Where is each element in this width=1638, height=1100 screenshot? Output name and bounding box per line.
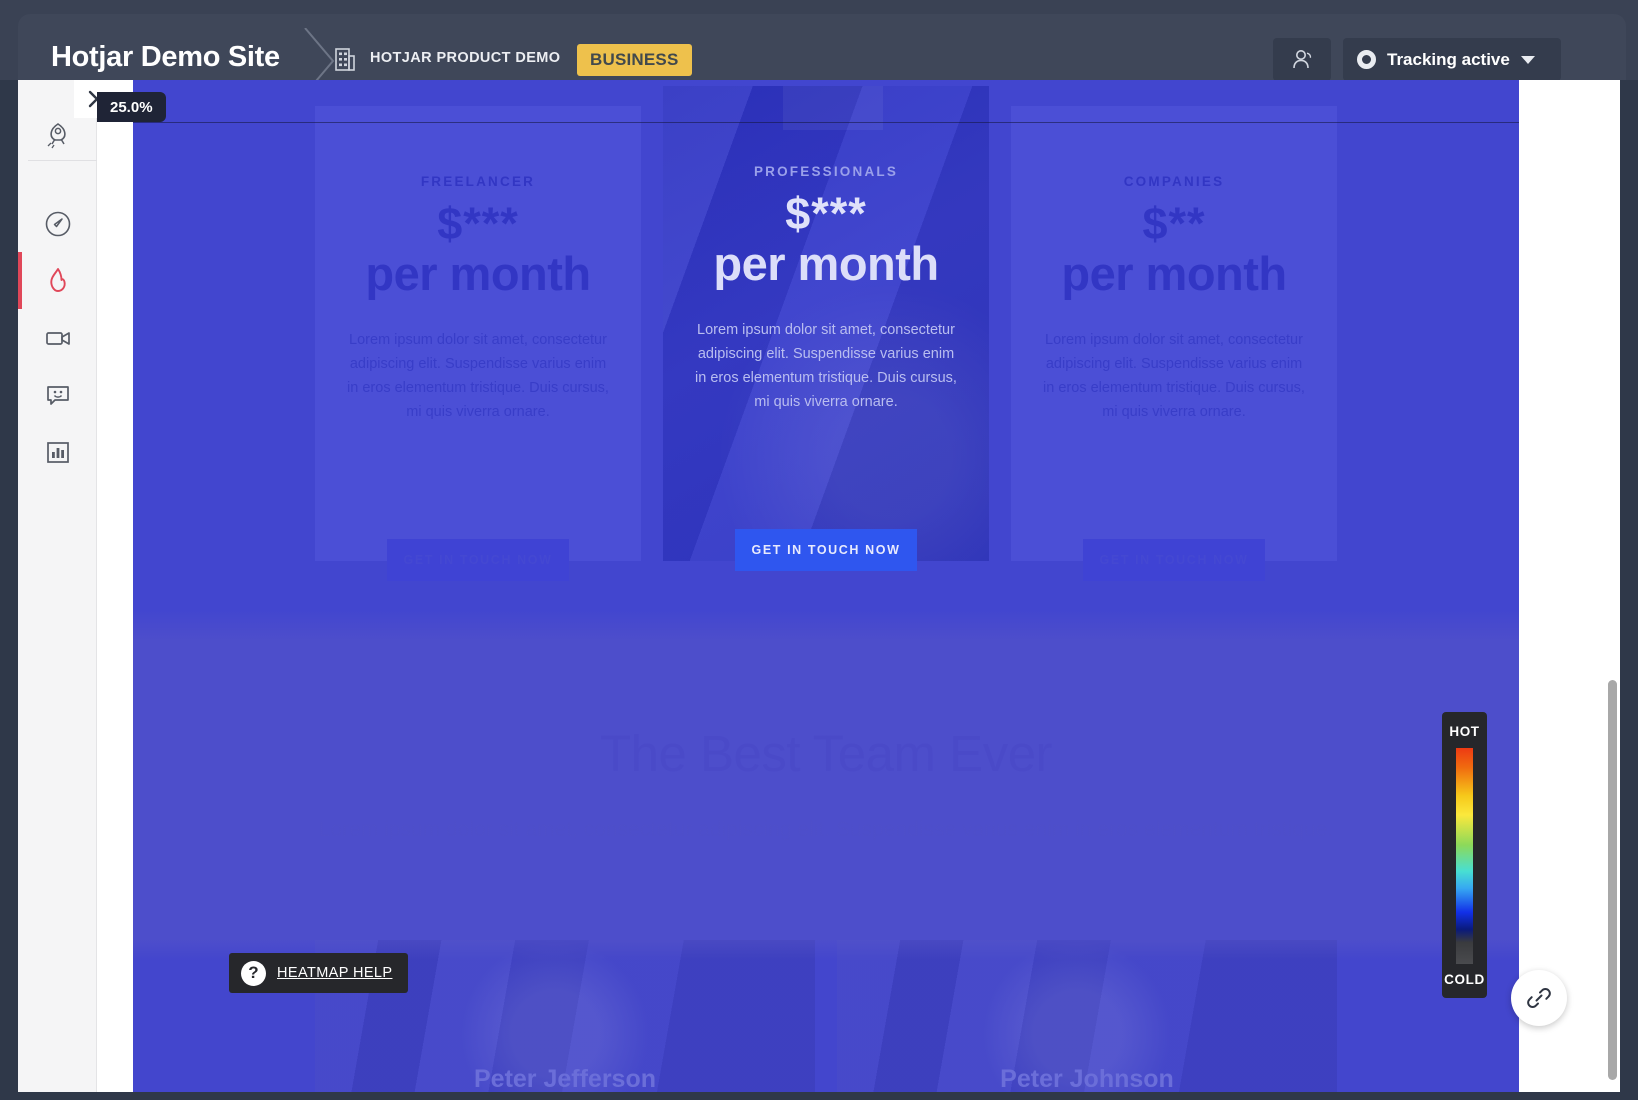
share-link-button[interactable] <box>1511 970 1567 1026</box>
link-icon <box>1527 987 1551 1009</box>
sidebar-item-dashboard[interactable] <box>18 195 97 252</box>
scroll-depth-line <box>133 122 1519 123</box>
pricing-description: Lorem ipsum dolor sit amet, consectetur … <box>695 322 957 410</box>
scroll-depth-badge: 25.0% <box>97 92 166 122</box>
pricing-description: Lorem ipsum dolor sit amet, consectetur … <box>1043 332 1305 420</box>
get-in-touch-button[interactable]: GET IN TOUCH NOW <box>387 539 569 581</box>
sidebar-item-recordings[interactable] <box>18 309 97 366</box>
flame-icon <box>49 267 66 292</box>
top-bar-inner: Hotjar Demo Site HOTJAR PRODUCT DEMO BUS… <box>18 14 1626 94</box>
gauge-icon <box>45 211 70 236</box>
site-title[interactable]: Hotjar Demo Site <box>51 41 280 74</box>
video-icon <box>45 331 70 345</box>
legend-cold-label: COLD <box>1444 972 1485 987</box>
pricing-price: $** <box>1142 198 1206 249</box>
pricing-period: per month <box>365 247 591 300</box>
get-in-touch-button[interactable]: GET IN TOUCH NOW <box>1083 539 1265 581</box>
pricing-card: FREELANCER $*** per month Lorem ipsum do… <box>315 106 641 581</box>
heatmap-viewport[interactable]: FREELANCER $*** per month Lorem ipsum do… <box>97 80 1620 1092</box>
feedback-face-icon <box>46 385 69 405</box>
active-indicator <box>18 252 22 309</box>
left-rail <box>18 80 114 1092</box>
team-member-card[interactable]: Peter Johnson Marketeer <box>837 940 1337 1092</box>
chevron-down-icon <box>1520 55 1535 64</box>
pricing-card-featured: PROFESSIONALS $*** per month Lorem ipsum… <box>663 86 989 571</box>
get-in-touch-button[interactable]: GET IN TOUCH NOW <box>735 529 917 571</box>
card-top-highlight <box>783 86 883 130</box>
team-member-name: Peter Jefferson <box>473 1065 657 1092</box>
scrollbar-thumb[interactable] <box>1608 680 1617 1080</box>
team-member-name: Peter Johnson <box>1000 1065 1174 1092</box>
users-button[interactable] <box>1273 38 1331 81</box>
rail-divider <box>28 160 97 161</box>
heatmap-legend: HOT COLD <box>1442 712 1487 998</box>
product-name[interactable]: HOTJAR PRODUCT DEMO <box>370 50 560 66</box>
rocket-icon <box>47 122 66 148</box>
sidebar-item-heatmaps[interactable] <box>18 252 97 309</box>
team-section-title: The Best Team Ever <box>599 725 1053 782</box>
legend-gradient-bar <box>1456 748 1473 964</box>
pricing-period: per month <box>1061 247 1287 300</box>
tracking-status-button[interactable]: Tracking active <box>1343 38 1561 81</box>
page-canvas: FREELANCER $*** per month Lorem ipsum do… <box>133 80 1519 1092</box>
building-icon <box>334 47 356 72</box>
record-dot-icon <box>1357 50 1376 69</box>
viewport-scrollbar[interactable] <box>1607 80 1617 1092</box>
tracking-status-label: Tracking active <box>1387 49 1510 69</box>
plan-badge[interactable]: BUSINESS <box>577 44 692 76</box>
users-icon <box>1292 50 1311 69</box>
pricing-price: $*** <box>437 198 519 249</box>
sidebar-item-feedback[interactable] <box>18 366 97 423</box>
pricing-price: $*** <box>785 188 867 239</box>
pricing-tier: COMPANIES <box>1123 174 1225 189</box>
top-bar: Hotjar Demo Site HOTJAR PRODUCT DEMO BUS… <box>0 0 1638 94</box>
heatmap-help-label: HEATMAP HELP <box>277 965 393 981</box>
pricing-card: COMPANIES $** per month Lorem ipsum dolo… <box>1011 106 1337 581</box>
question-mark-icon: ? <box>241 960 266 986</box>
sidebar-item-funnels[interactable] <box>18 423 97 480</box>
team-section-subtitle: Lorem ipsum dolor sit amet, consectetur … <box>318 818 1334 841</box>
app-body: FREELANCER $*** per month Lorem ipsum do… <box>18 80 1620 1092</box>
pricing-tier: FREELANCER <box>420 174 536 189</box>
pricing-description: Lorem ipsum dolor sit amet, consectetur … <box>347 332 609 420</box>
bar-chart-icon <box>46 441 69 463</box>
pricing-tier: PROFESSIONALS <box>753 164 899 179</box>
pricing-period: per month <box>713 237 939 290</box>
legend-hot-label: HOT <box>1449 724 1480 739</box>
heatmap-help-button[interactable]: ? HEATMAP HELP <box>229 953 409 993</box>
